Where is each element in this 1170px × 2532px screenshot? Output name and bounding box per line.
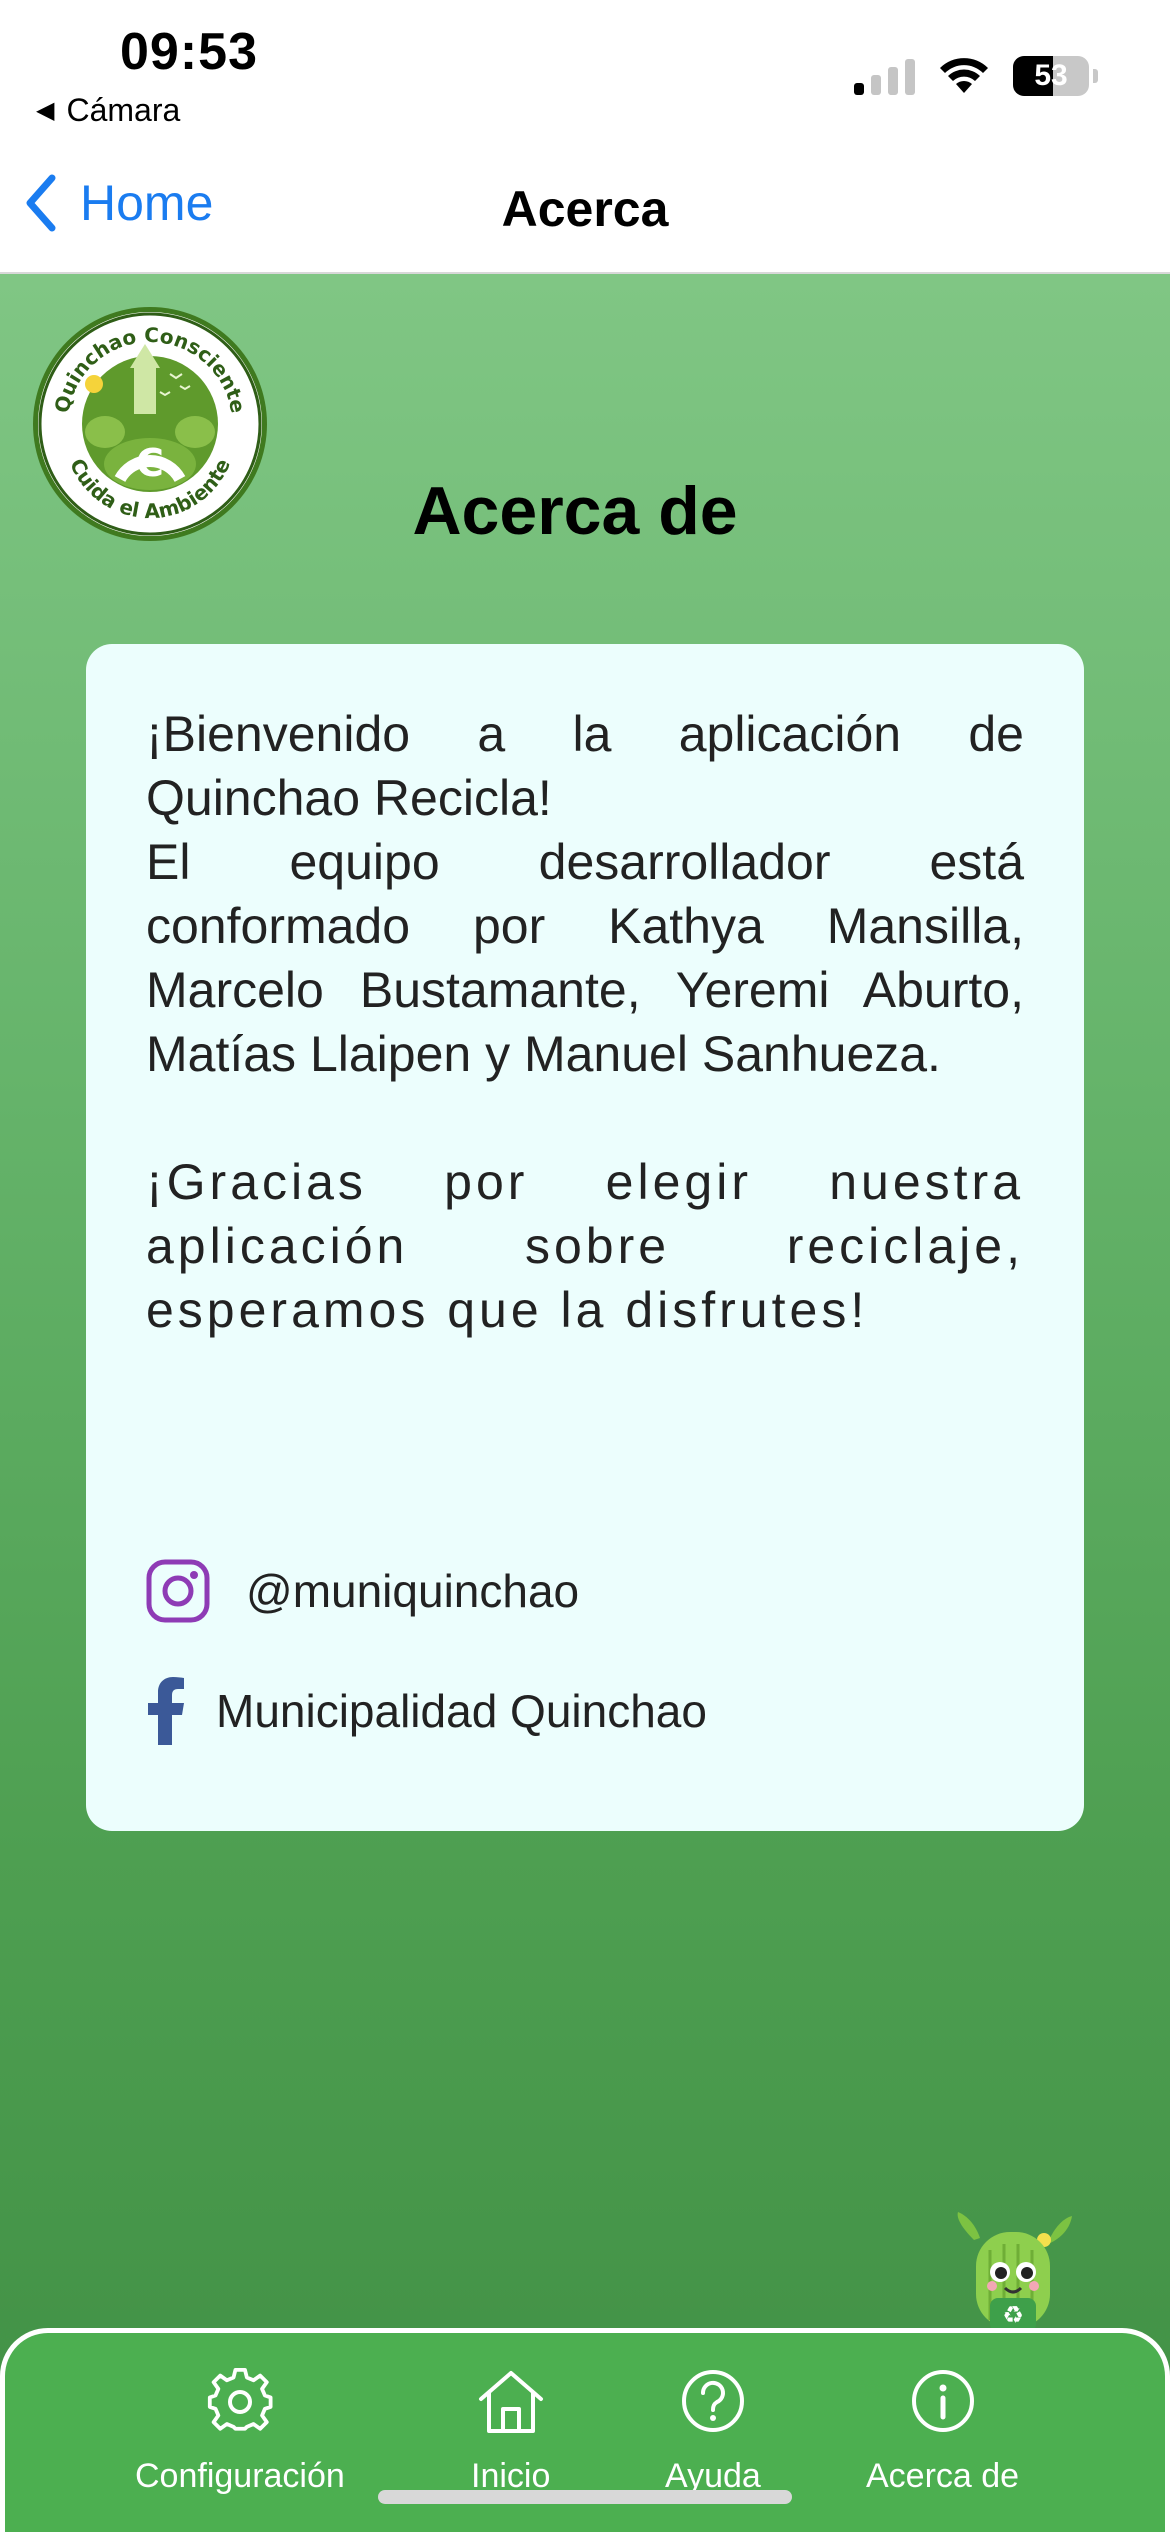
tab-ayuda[interactable]: Ayuda bbox=[665, 2367, 761, 2496]
gear-icon bbox=[207, 2367, 273, 2431]
status-time: 09:53 bbox=[120, 23, 258, 81]
facebook-page-name: Municipalidad Quinchao bbox=[216, 1685, 707, 1737]
svg-text:♻: ♻ bbox=[1002, 2301, 1024, 2329]
facebook-link[interactable]: Municipalidad Quinchao bbox=[146, 1677, 707, 1745]
nav-title: Acerca bbox=[501, 181, 669, 237]
team-text: El equipo desarrollador está conformado … bbox=[146, 834, 1024, 1082]
instagram-icon bbox=[146, 1559, 210, 1623]
home-indicator[interactable] bbox=[378, 2490, 792, 2504]
help-circle-icon bbox=[681, 2370, 744, 2432]
page-title: Acerca de bbox=[412, 473, 738, 549]
instagram-link[interactable]: @muniquinchao bbox=[146, 1559, 579, 1623]
back-app-label: Cámara bbox=[66, 92, 181, 128]
battery-tip bbox=[1093, 69, 1098, 83]
main-content: C Quinchao Consciente Cuida el Ambiente … bbox=[0, 274, 1170, 2532]
back-triangle-icon: ◀ bbox=[36, 97, 55, 124]
facebook-icon bbox=[148, 1677, 184, 1745]
navigation-bar: Home Acerca bbox=[0, 140, 1170, 274]
tab-configuracion[interactable]: Configuración bbox=[135, 2367, 345, 2496]
home-icon bbox=[478, 2371, 543, 2433]
wifi-icon bbox=[940, 58, 988, 93]
instagram-handle: @muniquinchao bbox=[246, 1565, 580, 1617]
status-icons: 53 bbox=[854, 56, 1098, 96]
cellular-signal-icon bbox=[854, 57, 915, 95]
battery-icon: 53 bbox=[1013, 56, 1089, 96]
back-to-app-link[interactable]: ◀ Cámara bbox=[36, 92, 180, 129]
thanks-text: ¡Gracias por elegir nuestra aplicación s… bbox=[146, 1154, 1024, 1338]
battery-level: 53 bbox=[1034, 59, 1068, 92]
tab-label: Configuración bbox=[135, 2457, 345, 2495]
info-circle-icon bbox=[911, 2370, 974, 2432]
tab-acerca-de[interactable]: Acerca de bbox=[866, 2367, 1019, 2496]
tab-label: Acerca de bbox=[866, 2457, 1020, 2495]
welcome-text: ¡Bienvenido a la aplicación de Quinchao … bbox=[146, 706, 1024, 826]
about-card: ¡Bienvenido a la aplicación de Quinchao … bbox=[86, 644, 1084, 1831]
status-bar: 09:53 ◀ Cámara 53 bbox=[0, 0, 1170, 140]
tab-inicio[interactable]: Inicio bbox=[471, 2367, 550, 2496]
